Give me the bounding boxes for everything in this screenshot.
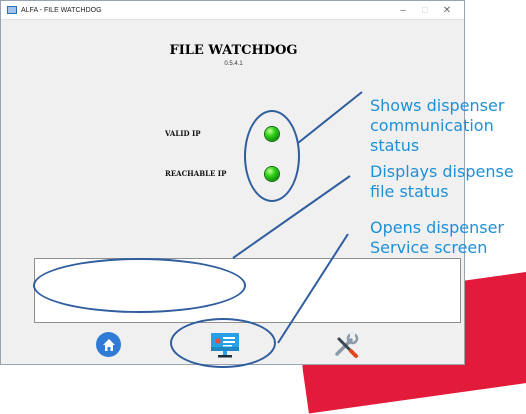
minimize-button[interactable]: – (392, 5, 414, 16)
home-button[interactable] (96, 332, 121, 357)
tools-icon (335, 332, 359, 358)
reachable-ip-label: REACHABLE IP (165, 169, 227, 178)
window-title: ALFA - FILE WATCHDOG (21, 6, 102, 14)
app-title: FILE WATCHDOG (169, 43, 298, 58)
service-annotation: Opens dispenser Service screen (370, 218, 504, 257)
version-label: 0.5.4.1 (224, 61, 243, 67)
close-button[interactable]: ✕ (436, 5, 458, 16)
window-controls: – □ ✕ (392, 1, 458, 19)
communication-highlight (244, 110, 300, 202)
title-bar: ALFA - FILE WATCHDOG – □ ✕ (1, 1, 464, 20)
maximize-button[interactable]: □ (414, 5, 436, 16)
file-status-highlight (33, 258, 246, 313)
service-highlight (170, 318, 276, 368)
valid-ip-label: VALID IP (165, 129, 201, 138)
file-status-annotation: Displays dispense file status (370, 162, 514, 201)
tools-button[interactable] (331, 331, 361, 361)
communication-annotation: Shows dispenser communication status (370, 96, 505, 155)
home-icon (102, 338, 115, 351)
app-icon (7, 6, 17, 14)
